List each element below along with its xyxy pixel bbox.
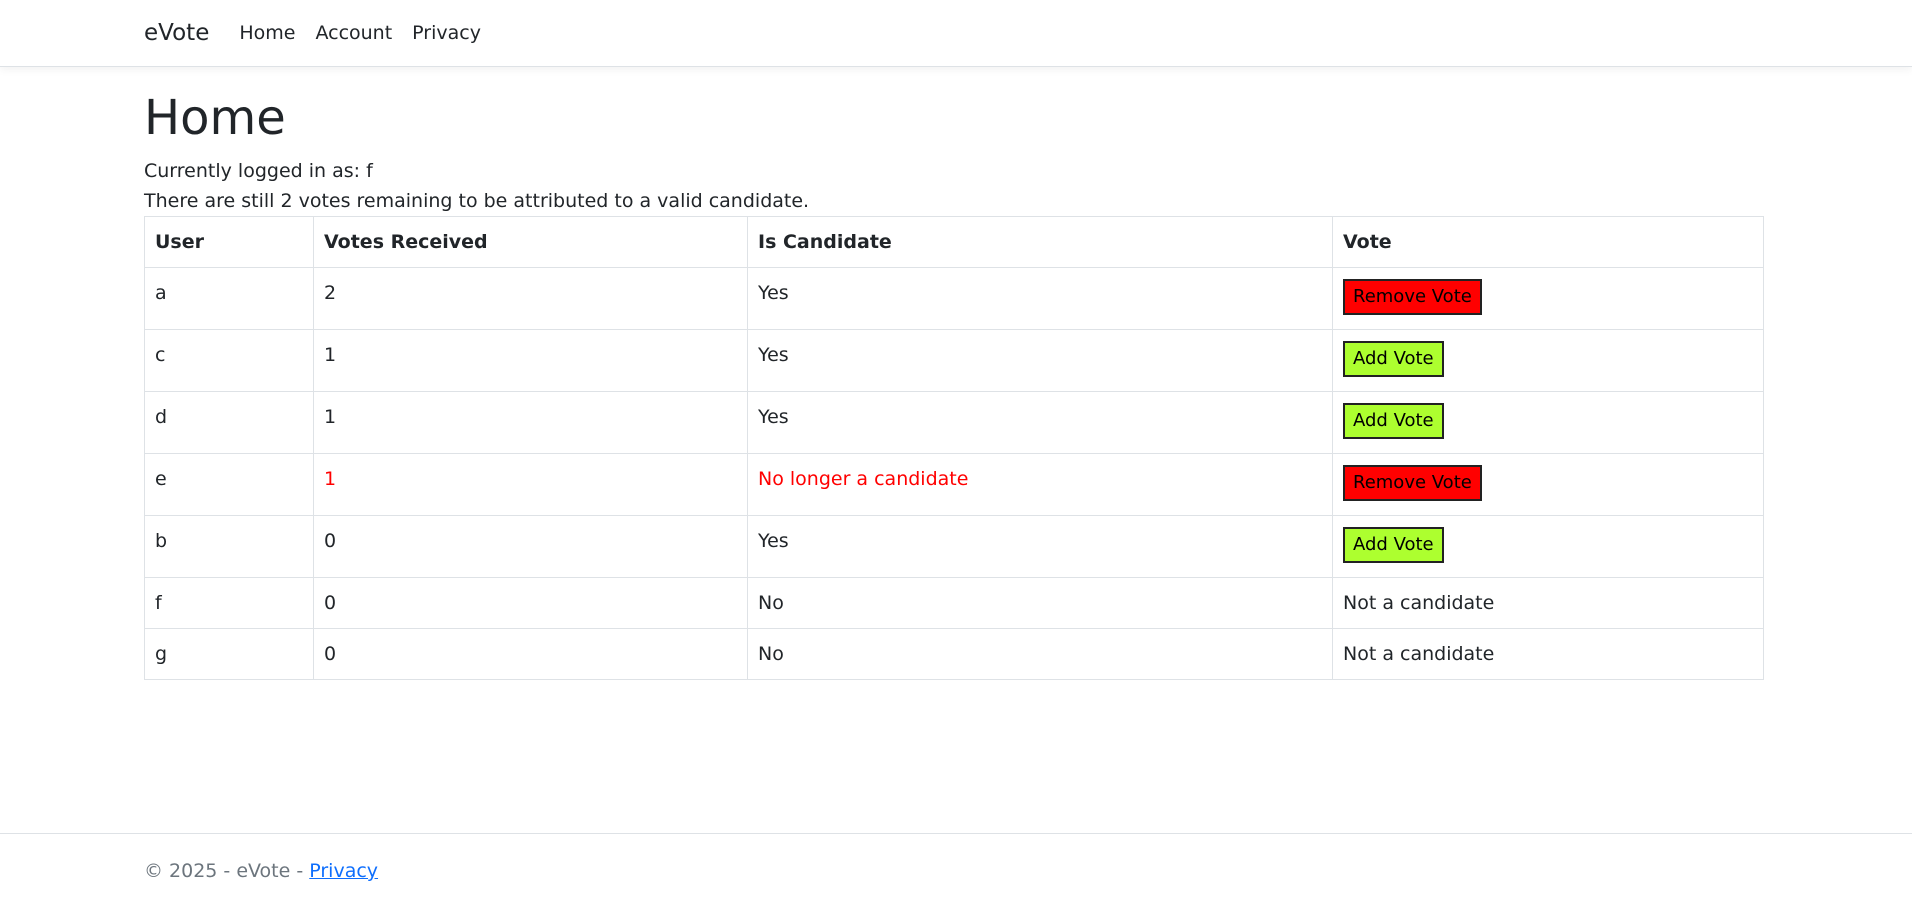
cell-votes: 1 bbox=[313, 328, 748, 392]
cell-user: b bbox=[144, 514, 314, 578]
brand-link[interactable]: eVote bbox=[144, 20, 209, 46]
cell-candidate: Yes bbox=[747, 390, 1333, 454]
header-user: User bbox=[144, 215, 314, 268]
cell-candidate: Yes bbox=[747, 266, 1333, 330]
nav-link-home[interactable]: Home bbox=[239, 22, 295, 44]
cell-user: c bbox=[144, 328, 314, 392]
cell-vote-status: Not a candidate bbox=[1332, 627, 1764, 680]
footer-copyright: © 2025 - eVote - bbox=[144, 860, 310, 882]
remaining-votes-text: There are still 2 votes remaining to be … bbox=[144, 189, 810, 212]
cell-votes: 0 bbox=[313, 576, 748, 629]
add-vote-button[interactable]: Add Vote bbox=[1343, 402, 1444, 439]
votes-table: User Votes Received Is Candidate Vote a … bbox=[144, 215, 1764, 680]
cell-vote: Remove Vote bbox=[1332, 266, 1764, 330]
cell-candidate: Yes bbox=[747, 514, 1333, 578]
cell-votes: 0 bbox=[313, 627, 748, 680]
table-row: b 0 Yes Add Vote bbox=[144, 514, 1764, 578]
cell-candidate: No bbox=[747, 576, 1333, 629]
cell-candidate: Yes bbox=[747, 328, 1333, 392]
cell-vote: Add Vote bbox=[1332, 390, 1764, 454]
nav-link-account[interactable]: Account bbox=[315, 22, 392, 44]
table-row: f 0 No Not a candidate bbox=[144, 576, 1764, 629]
cell-user: f bbox=[144, 576, 314, 629]
navbar: eVote Home Account Privacy bbox=[0, 0, 1912, 67]
cell-votes: 1 bbox=[313, 452, 748, 516]
cell-votes: 1 bbox=[313, 390, 748, 454]
cell-user: e bbox=[144, 452, 314, 516]
header-is-candidate: Is Candidate bbox=[747, 215, 1333, 268]
cell-votes: 0 bbox=[313, 514, 748, 578]
cell-user: d bbox=[144, 390, 314, 454]
table-row: e 1 No longer a candidate Remove Vote bbox=[144, 452, 1764, 516]
remove-vote-button[interactable]: Remove Vote bbox=[1343, 464, 1482, 501]
table-row: c 1 Yes Add Vote bbox=[144, 328, 1764, 392]
cell-vote: Add Vote bbox=[1332, 328, 1764, 392]
logged-in-text: Currently logged in as: f bbox=[144, 159, 373, 182]
cell-candidate: No bbox=[747, 627, 1333, 680]
cell-vote: Add Vote bbox=[1332, 514, 1764, 578]
cell-user: g bbox=[144, 627, 314, 680]
table-row: d 1 Yes Add Vote bbox=[144, 390, 1764, 454]
remove-vote-button[interactable]: Remove Vote bbox=[1343, 278, 1482, 315]
table-header-row: User Votes Received Is Candidate Vote bbox=[144, 215, 1764, 268]
cell-vote-status: Not a candidate bbox=[1332, 576, 1764, 629]
page-title: Home bbox=[144, 90, 286, 146]
header-votes-received: Votes Received bbox=[313, 215, 748, 268]
add-vote-button[interactable]: Add Vote bbox=[1343, 340, 1444, 377]
main-content: Home Currently logged in as: f There are… bbox=[144, 66, 1764, 680]
cell-vote: Remove Vote bbox=[1332, 452, 1764, 516]
cell-candidate: No longer a candidate bbox=[747, 452, 1333, 516]
footer: © 2025 - eVote - Privacy bbox=[0, 833, 1912, 907]
nav-link-privacy[interactable]: Privacy bbox=[412, 22, 481, 44]
cell-user: a bbox=[144, 266, 314, 330]
header-vote: Vote bbox=[1332, 215, 1764, 268]
table-row: a 2 Yes Remove Vote bbox=[144, 266, 1764, 330]
table-row: g 0 No Not a candidate bbox=[144, 627, 1764, 680]
add-vote-button[interactable]: Add Vote bbox=[1343, 526, 1444, 563]
cell-votes: 2 bbox=[313, 266, 748, 330]
footer-privacy-link[interactable]: Privacy bbox=[309, 860, 378, 882]
